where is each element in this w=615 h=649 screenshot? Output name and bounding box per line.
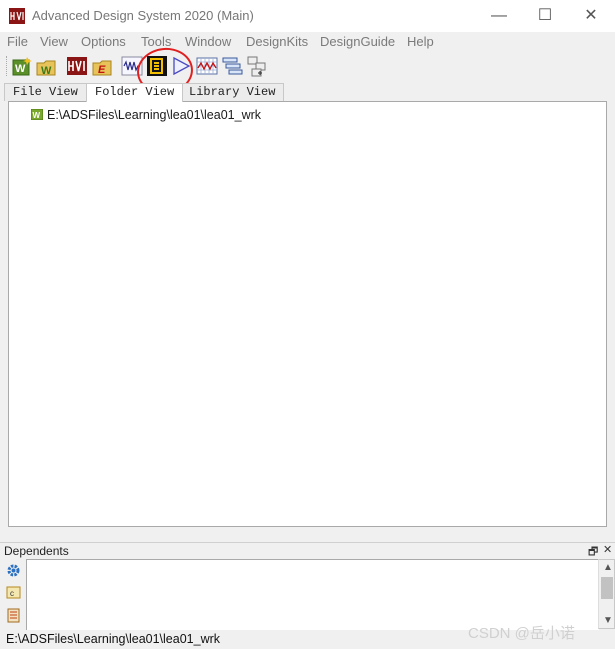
library-icon[interactable] [6,608,21,623]
ads-logo-icon[interactable] [66,55,88,77]
menu-tools[interactable]: Tools [141,34,171,49]
new-schematic-icon[interactable] [121,55,143,77]
svg-text:W: W [33,111,41,120]
new-workspace-icon[interactable]: W [11,55,33,77]
window-title: Advanced Design System 2020 (Main) [32,8,254,23]
gear-icon[interactable] [6,563,21,578]
new-symbol-icon[interactable] [146,55,168,77]
status-path: E:\ADSFiles\Learning\lea01\lea01_wrk [6,632,221,646]
menu-help[interactable]: Help [407,34,434,49]
svg-text:E: E [98,64,106,76]
toolbar: W W E [0,52,615,80]
library-list-icon[interactable] [221,55,243,77]
menu-options[interactable]: Options [81,34,126,49]
example-project-icon[interactable]: E [91,55,113,77]
dependents-sidebar: c [0,558,26,630]
menu-window[interactable]: Window [185,34,231,49]
menu-view[interactable]: View [40,34,68,49]
workspace-icon: W [30,108,44,121]
dependents-dock-header: Dependents 🗗 ✕ [0,542,615,559]
data-display-icon[interactable] [196,55,218,77]
close-button[interactable]: ✕ [568,0,614,32]
minimize-button[interactable]: — [476,0,522,32]
amplifier-icon[interactable] [170,55,192,77]
menu-bar: File View Options Tools Window DesignKit… [0,32,615,52]
scroll-down-icon[interactable]: ▼ [603,615,613,626]
svg-text:W: W [41,65,52,77]
tab-folder-view[interactable]: Folder View [86,83,184,102]
watermark: CSDN @岳小诺 [468,625,575,642]
maximize-button[interactable]: ☐ [522,0,568,32]
dependents-title: Dependents [4,544,69,558]
folder-view-panel[interactable]: W E:\ADSFiles\Learning\lea01\lea01_wrk [8,101,607,527]
tree-item-workspace[interactable]: W E:\ADSFiles\Learning\lea01\lea01_wrk [30,108,262,122]
open-workspace-icon[interactable]: W [36,55,58,77]
svg-text:W: W [15,63,26,75]
cell-icon[interactable]: c [6,585,21,600]
menu-file[interactable]: File [7,34,28,49]
toolbar-grip[interactable] [6,56,9,76]
title-bar: Advanced Design System 2020 (Main) — ☐ ✕ [0,0,615,32]
scroll-thumb[interactable] [601,577,613,599]
tab-file-view[interactable]: File View [4,83,87,101]
scroll-up-icon[interactable]: ▲ [603,562,613,573]
dock-close-icon[interactable]: ✕ [603,543,612,556]
dependents-list[interactable] [26,559,599,631]
menu-designguide[interactable]: DesignGuide [320,34,395,49]
menu-designkits[interactable]: DesignKits [246,34,308,49]
svg-text:c: c [10,589,14,598]
tree-item-label: E:\ADSFiles\Learning\lea01\lea01_wrk [47,108,262,122]
tab-library-view[interactable]: Library View [180,83,285,101]
ads-app-icon [9,8,25,24]
hierarchy-icon[interactable] [246,55,268,77]
dependents-scrollbar[interactable]: ▲ ▼ [598,559,615,629]
